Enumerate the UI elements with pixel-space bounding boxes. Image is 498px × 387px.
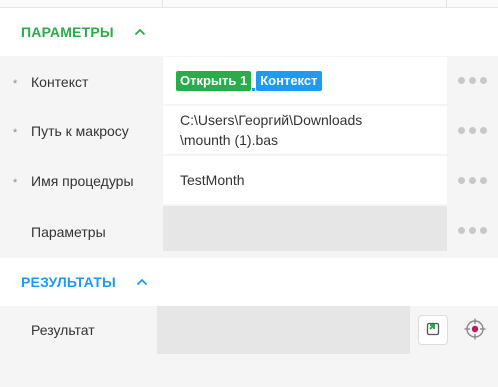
param-row-parameters: Параметры [0,206,498,257]
chip-separator [252,87,256,91]
procedure-name-input[interactable]: TestMonth [163,156,447,204]
context-more-button[interactable] [447,57,498,104]
context-value-field[interactable]: Открыть 1 Контекст [163,57,447,104]
parameters-section-header[interactable]: ПАРАМЕТРЫ [0,8,498,56]
result-row: Результат [0,306,498,354]
context-chip-context[interactable]: Контекст [256,70,322,91]
required-marker: * [13,176,18,189]
chevron-up-icon[interactable] [135,275,149,289]
result-label: Результат [31,322,95,338]
param-label-context: Контекст [31,73,89,90]
results-section-header[interactable]: РЕЗУЛЬТАТЫ [0,258,498,306]
top-row-edge [0,0,498,8]
new-variable-icon [425,321,441,340]
macro-path-input[interactable]: C:\Users\Георгий\Downloads \mounth (1).b… [163,106,447,154]
more-dots-icon [458,176,487,184]
chevron-up-icon[interactable] [133,25,147,39]
param-label-parameters: Параметры [31,223,106,240]
more-dots-icon [458,227,487,234]
macro-path-line-1: C:\Users\Георгий\Downloads [180,112,363,128]
parameters-more-button[interactable] [447,206,498,255]
macro-path-more-button[interactable] [447,106,498,154]
procedure-name-more-button[interactable] [447,156,498,204]
required-marker: * [13,126,18,139]
activity-properties-panel: ПАРАМЕТРЫ * Контекст Открыть 1 Контекст *… [0,0,498,387]
parameters-section-title: ПАРАМЕТРЫ [21,24,114,40]
more-dots-icon [458,77,487,84]
macro-path-line-2: \mounth (1).bas [180,132,279,148]
required-marker: * [13,77,18,90]
more-dots-icon [458,126,487,134]
param-row-procedure-name: * Имя процедуры TestMonth [0,156,498,206]
param-label-procedure-name: Имя процедуры [31,173,134,189]
crosshair-target-icon [463,317,487,344]
param-label-macro-path: Путь к макросу [31,123,129,139]
procedure-name-value: TestMonth [180,172,245,188]
param-row-macro-path: * Путь к макросу C:\Users\Георгий\Downlo… [0,106,498,156]
pick-target-button[interactable] [462,317,488,343]
results-section-title: РЕЗУЛЬТАТЫ [21,274,116,290]
result-variable-input[interactable] [157,306,410,354]
parameters-input[interactable] [163,206,447,251]
param-row-context: * Контекст Открыть 1 Контекст [0,57,498,106]
create-variable-button[interactable] [418,315,448,345]
context-chip-open[interactable]: Открыть 1 [176,70,252,91]
